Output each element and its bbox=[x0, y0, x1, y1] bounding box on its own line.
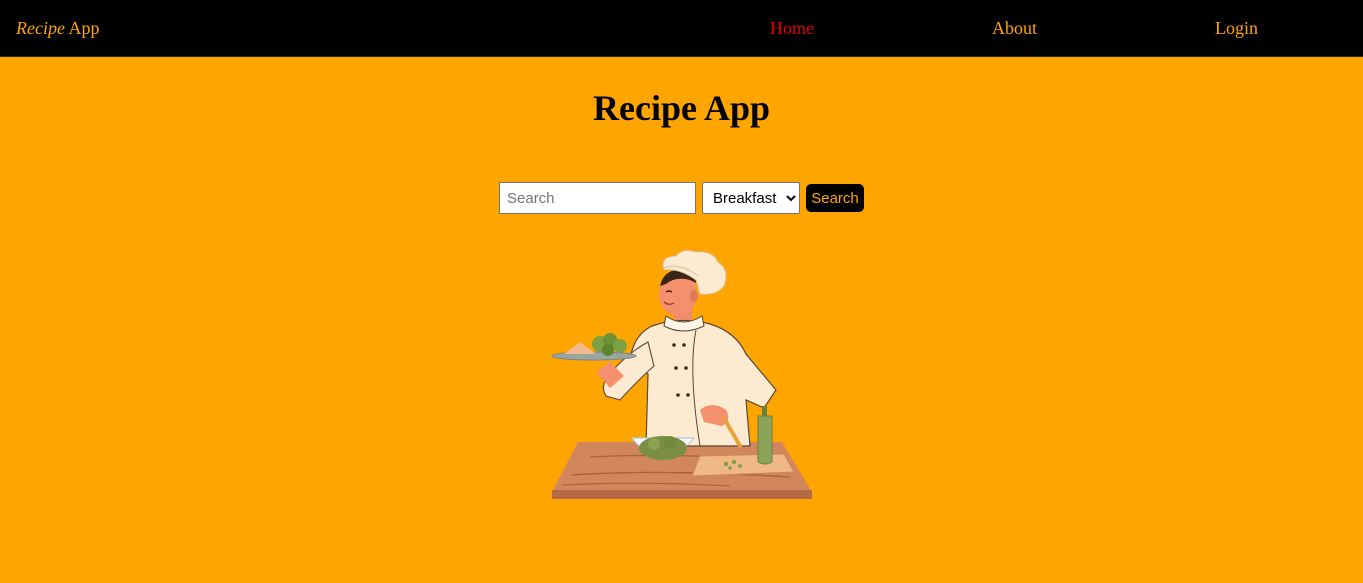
cutting-board bbox=[691, 453, 795, 477]
brand-italic-text: Recipe bbox=[16, 18, 65, 38]
page-title: Recipe App bbox=[592, 88, 770, 128]
oil-bottle bbox=[757, 406, 773, 465]
search-button[interactable]: Search bbox=[806, 184, 864, 212]
brand-text: App bbox=[64, 18, 100, 38]
nav-link-login[interactable]: Login bbox=[1215, 17, 1258, 39]
navbar: Recipe App Home About Login bbox=[0, 0, 1363, 57]
salad-plate bbox=[551, 333, 637, 361]
nav-link-about[interactable]: About bbox=[992, 17, 1037, 39]
chef-illustration bbox=[551, 250, 812, 499]
brand-logo[interactable]: Recipe App bbox=[16, 17, 99, 39]
meal-type-select[interactable]: Breakfast bbox=[702, 182, 800, 214]
search-input[interactable] bbox=[499, 182, 696, 214]
nav-link-home[interactable]: Home bbox=[770, 17, 814, 39]
